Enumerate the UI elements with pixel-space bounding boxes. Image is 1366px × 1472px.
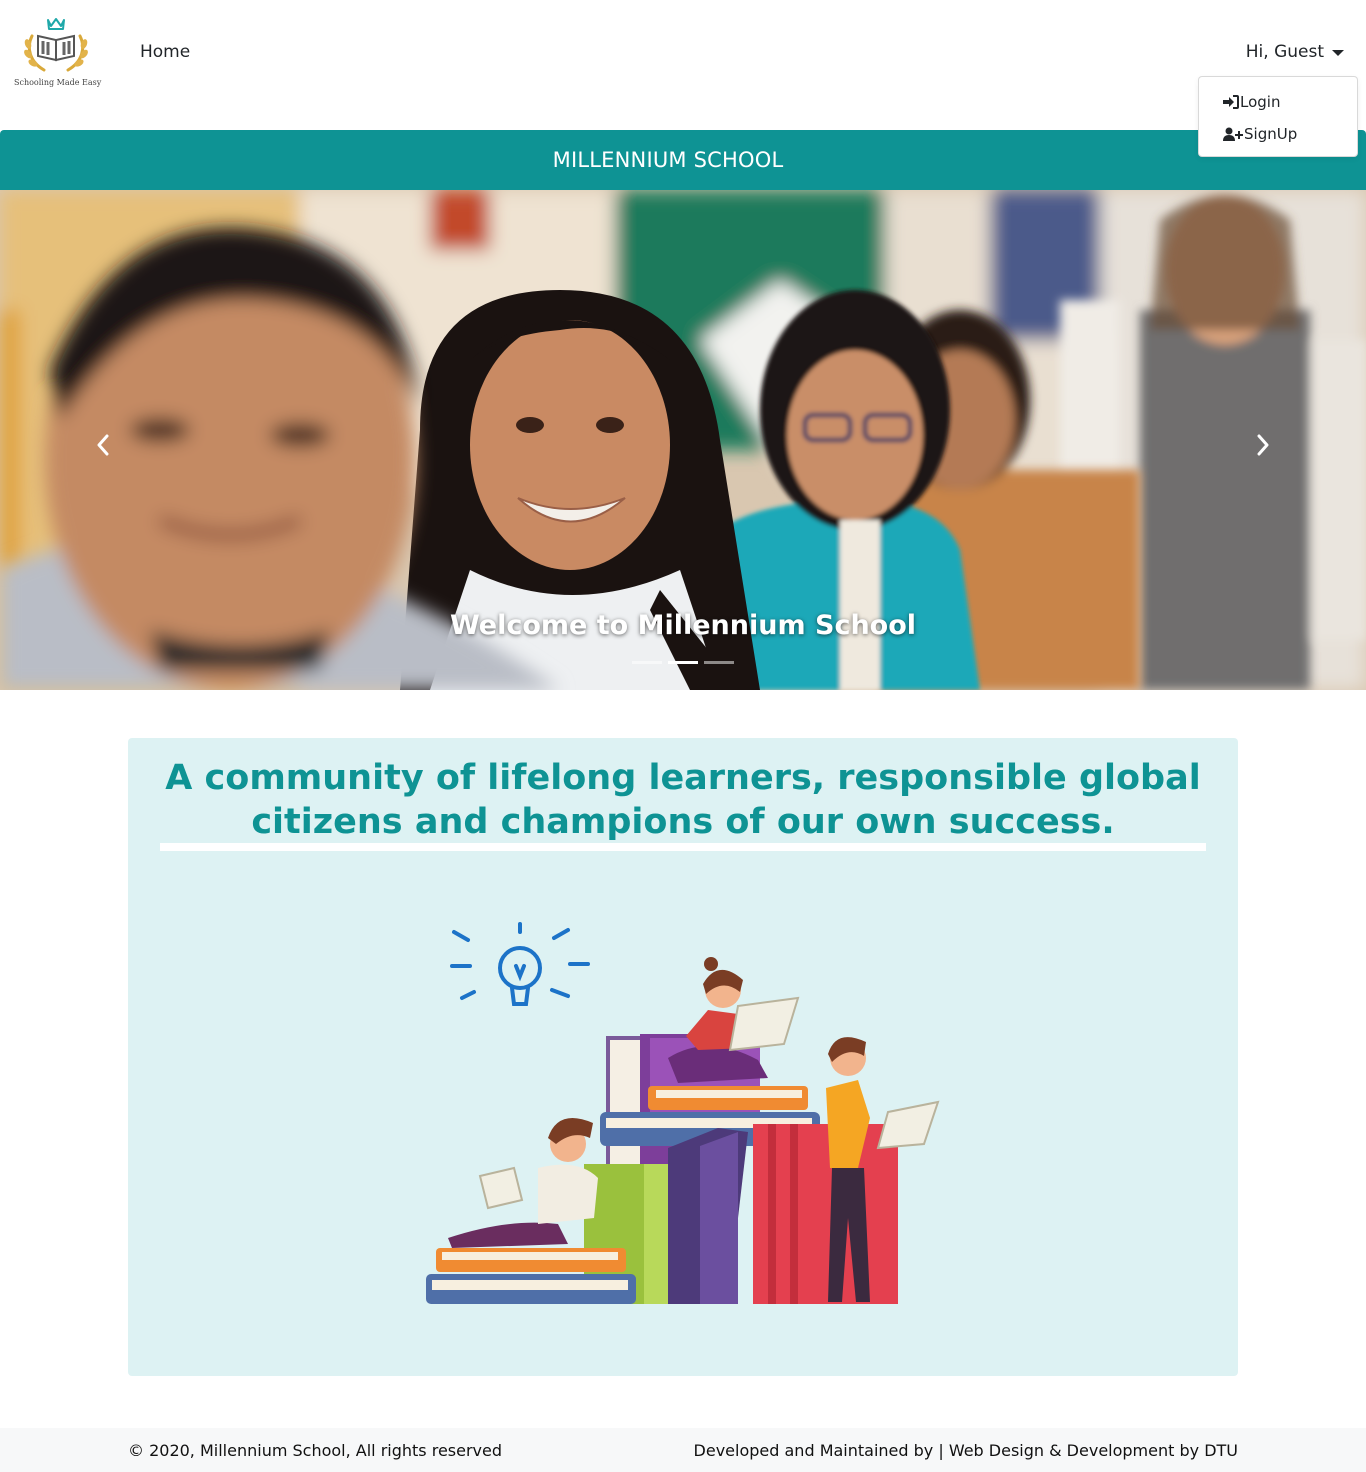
login-menu-item[interactable]: Login bbox=[1223, 93, 1280, 111]
carousel-next-control[interactable] bbox=[1248, 430, 1278, 460]
lightbulb-icon bbox=[450, 922, 590, 1006]
signup-menu-item[interactable]: SignUp bbox=[1223, 125, 1297, 143]
page-footer: © 2020, Millennium School, All rights re… bbox=[0, 1428, 1366, 1472]
user-plus-icon bbox=[1223, 127, 1243, 141]
nav-home-link[interactable]: Home bbox=[140, 42, 190, 62]
mission-heading: A community of lifelong learners, respon… bbox=[165, 758, 1201, 842]
carousel-prev-control[interactable] bbox=[88, 430, 118, 460]
signup-label: SignUp bbox=[1244, 125, 1298, 143]
school-name-title: MILLENNIUM SCHOOL bbox=[552, 148, 784, 172]
sign-in-icon bbox=[1223, 95, 1239, 109]
navbar: Schooling Made Easy Home Hi, Guest bbox=[0, 0, 1366, 130]
brand-banner: MILLENNIUM SCHOOL bbox=[0, 130, 1366, 190]
carousel-indicator-1[interactable] bbox=[632, 661, 662, 664]
caret-down-icon bbox=[1332, 50, 1344, 56]
carousel-indicator-3[interactable] bbox=[704, 661, 734, 664]
user-greeting: Hi, Guest bbox=[1245, 42, 1324, 62]
carousel-caption: Welcome to Millennium School bbox=[449, 610, 917, 641]
copyright-text: © 2020, Millennium School, All rights re… bbox=[128, 1441, 503, 1460]
developer-credits: Developed and Maintained by | Web Design… bbox=[693, 1441, 1238, 1460]
user-dropdown-menu: Login SignUp bbox=[1198, 76, 1358, 157]
user-menu-toggle[interactable]: Hi, Guest bbox=[1246, 42, 1344, 62]
mission-card: A community of lifelong learners, respon… bbox=[128, 738, 1238, 1376]
school-logo[interactable]: Schooling Made Easy bbox=[14, 14, 102, 94]
students-reading-illustration bbox=[426, 922, 940, 1304]
book-crown-logo-icon bbox=[24, 18, 88, 72]
heading-divider bbox=[160, 843, 1206, 851]
hero-carousel[interactable]: Welcome to Millennium School bbox=[0, 190, 1366, 690]
chevron-right-icon bbox=[1257, 434, 1269, 456]
carousel-indicator-2[interactable] bbox=[668, 661, 698, 664]
logo-tagline: Schooling Made Easy bbox=[14, 78, 102, 87]
carousel-indicators bbox=[632, 661, 734, 664]
login-label: Login bbox=[1240, 93, 1281, 111]
chevron-left-icon bbox=[97, 434, 109, 456]
